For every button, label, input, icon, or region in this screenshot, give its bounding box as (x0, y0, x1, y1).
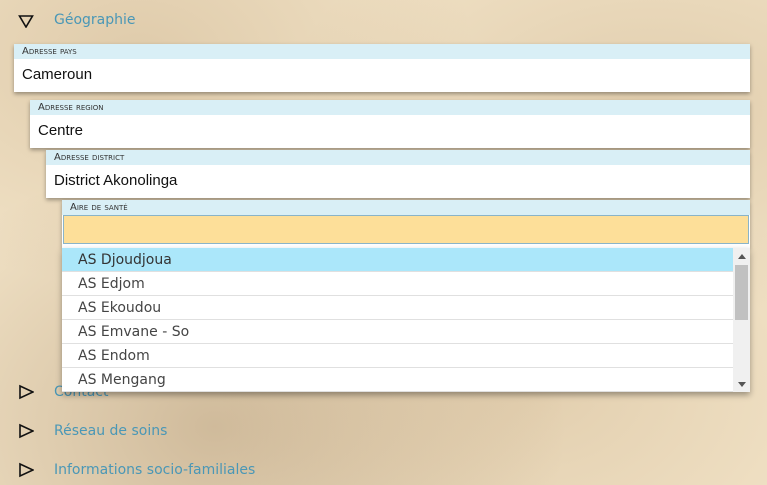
aire-de-sante-field[interactable]: Aire de santé (62, 200, 750, 248)
aire-de-sante-label: Aire de santé (62, 200, 750, 215)
arrow-up-icon[interactable] (733, 248, 750, 264)
triangle-down-icon (18, 12, 34, 28)
aire-de-sante-dropdown[interactable]: AS Djoudjoua AS Edjom AS Ekoudou AS Emva… (62, 248, 750, 392)
scrollbar-thumb[interactable] (735, 265, 748, 320)
dropdown-option[interactable]: AS Emvane - So (62, 320, 733, 344)
adresse-district-value[interactable]: District Akonolinga (46, 165, 750, 197)
section-geographie[interactable]: Géographie (18, 12, 136, 28)
triangle-right-icon (18, 384, 34, 400)
dropdown-option[interactable]: AS Ekoudou (62, 296, 733, 320)
aire-de-sante-input[interactable] (63, 215, 749, 244)
dropdown-option[interactable]: AS Endom (62, 344, 733, 368)
adresse-region-value[interactable]: Centre (30, 115, 750, 147)
section-label-reseau-de-soins: Réseau de soins (54, 423, 168, 439)
section-label-informations-socio-familiales: Informations socio-familiales (54, 462, 256, 478)
section-label-geographie: Géographie (54, 12, 136, 28)
adresse-pays-field[interactable]: Adresse pays Cameroun (14, 44, 750, 92)
adresse-pays-label: Adresse pays (14, 44, 750, 59)
dropdown-option[interactable]: AS Mengang (62, 368, 733, 392)
dropdown-option[interactable]: AS Edjom (62, 272, 733, 296)
dropdown-option[interactable]: AS Djoudjoua (62, 248, 733, 272)
arrow-down-icon[interactable] (733, 376, 750, 392)
adresse-district-label: Adresse district (46, 150, 750, 165)
adresse-region-field[interactable]: Adresse region Centre (30, 100, 750, 148)
triangle-right-icon (18, 462, 34, 478)
adresse-pays-value[interactable]: Cameroun (14, 59, 750, 91)
triangle-right-icon (18, 423, 34, 439)
section-informations-socio-familiales[interactable]: Informations socio-familiales (18, 462, 255, 478)
adresse-district-field[interactable]: Adresse district District Akonolinga (46, 150, 750, 198)
section-reseau-de-soins[interactable]: Réseau de soins (18, 423, 167, 439)
adresse-region-label: Adresse region (30, 100, 750, 115)
dropdown-scrollbar[interactable] (733, 248, 750, 392)
dropdown-options: AS Djoudjoua AS Edjom AS Ekoudou AS Emva… (62, 248, 733, 392)
